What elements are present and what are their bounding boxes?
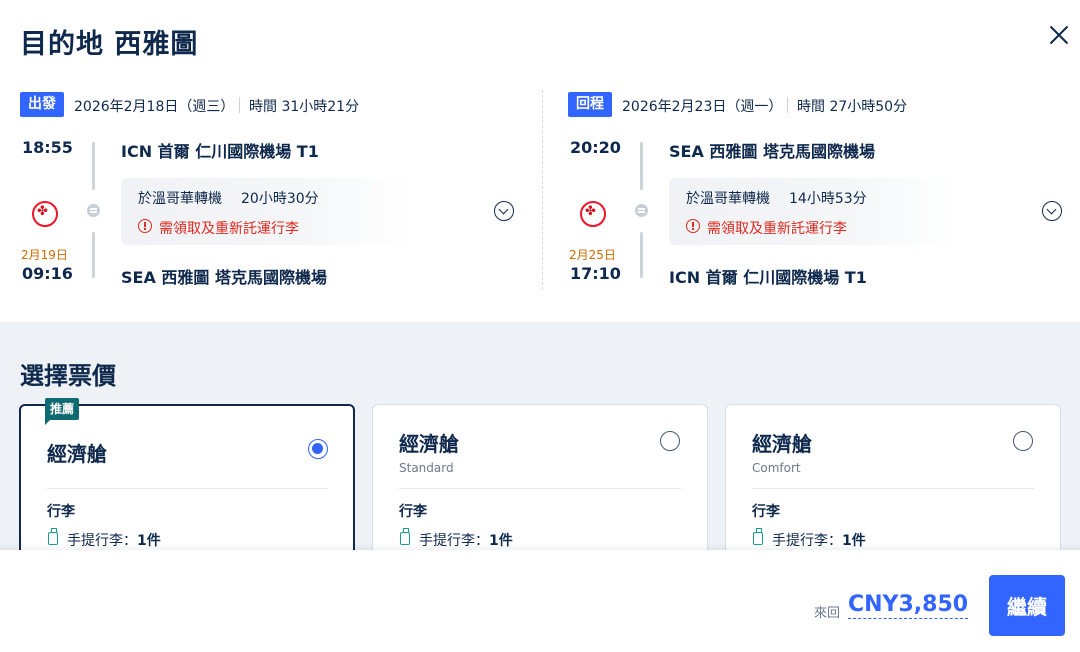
return-transfer-box: 於溫哥華轉機 14小時53分 需領取及重新託運行李 [669,178,959,245]
luggage-label: 行李 [47,504,75,520]
close-icon[interactable] [1046,22,1072,48]
maple-leaf-icon: ✤ [32,201,58,227]
price-label: 來回 [814,606,841,621]
return-date: 2026年2月23日（週一） [622,99,783,115]
maple-leaf-icon: ✤ [580,201,606,227]
modal-header: 目的地 西雅圖 [0,0,1080,82]
outbound-duration: 時間 31小時21分 [249,99,360,115]
fare-subtitle: Comfort [752,461,801,475]
return-badge: 回程 [568,92,612,117]
baggage-warning: 需領取及重新託運行李 [159,221,299,237]
card-divider [399,488,681,489]
fare-card-economy-standard[interactable]: 經濟艙 Standard 行李 手提行李：1件 [372,404,708,550]
return-arrival-time: 17:10 [570,264,621,283]
transfer-city: 於溫哥華轉機 [138,191,222,207]
carry-on-bag-icon [753,528,763,545]
fare-section-title: 選擇票價 [20,362,116,390]
outbound-arrival-airport: SEA 西雅圖 塔克馬國際機場 [121,268,327,287]
luggage-label: 行李 [752,504,780,520]
fare-name: 經濟艙 [399,432,459,456]
return-arrival-airport: ICN 首爾 仁川國際機場 T1 [669,268,867,287]
total-price[interactable]: CNY3,850 [848,592,969,619]
return-arrival-date: 2月25日 [569,248,616,262]
outbound-flight: 出發 2026年2月18日（週三） 時間 31小時21分 18:55 ✤ 2月1… [20,82,530,312]
footer-bar: 來回 CNY3,850 繼續 [0,550,1080,652]
outbound-departure-airport: ICN 首爾 仁川國際機場 T1 [121,142,319,161]
fare-name: 經濟艙 [752,432,812,456]
outbound-transfer-box: 於溫哥華轉機 20小時30分 需領取及重新託運行李 [121,178,411,245]
timeline-line [92,232,95,278]
transfer-duration: 14小時53分 [789,191,867,207]
fare-card-economy[interactable]: 推薦 經濟艙 行李 手提行李：1件 [19,398,355,550]
chevron-down-icon[interactable] [494,201,514,221]
return-flight: 回程 2026年2月23日（週一） 時間 27小時50分 20:20 ✤ 2月2… [568,82,1078,312]
transfer-city: 於溫哥華轉機 [686,191,770,207]
return-separator [787,97,788,113]
card-divider [752,488,1034,489]
flight-divider [542,90,543,290]
timeline-line [92,142,95,190]
outbound-badge: 出發 [20,92,64,117]
fare-card-economy-comfort[interactable]: 經濟艙 Comfort 行李 手提行李：1件 [725,404,1061,550]
baggage-warning: 需領取及重新託運行李 [707,221,847,237]
return-departure-time: 20:20 [570,138,621,157]
return-departure-airport: SEA 西雅圖 塔克馬國際機場 [669,142,875,161]
chevron-down-icon[interactable] [1042,201,1062,221]
fare-radio[interactable] [308,439,328,459]
transfer-duration: 20小時30分 [241,191,319,207]
transfer-stop-icon [635,204,648,217]
card-divider [47,488,327,489]
page-title: 目的地 西雅圖 [20,29,199,60]
outbound-separator [239,97,240,113]
flight-details: 出發 2026年2月18日（週三） 時間 31小時21分 18:55 ✤ 2月1… [0,82,1080,322]
recommended-tag: 推薦 [45,398,80,425]
fare-radio[interactable] [660,431,680,451]
carry-on-allowance: 手提行李：1件 [772,533,866,549]
carry-on-bag-icon [400,528,410,545]
outbound-departure-time: 18:55 [22,138,73,157]
continue-button[interactable]: 繼續 [989,575,1065,636]
outbound-arrival-time: 09:16 [22,264,73,283]
timeline-line [640,142,643,190]
carry-on-allowance: 手提行李：1件 [67,533,161,549]
return-duration: 時間 27小時50分 [797,99,908,115]
exclamation-circle-icon [138,219,152,233]
fare-name: 經濟艙 [47,442,107,466]
fare-radio[interactable] [1013,431,1033,451]
exclamation-circle-icon [686,219,700,233]
luggage-label: 行李 [399,504,427,520]
outbound-date: 2026年2月18日（週三） [74,99,235,115]
timeline-line [640,232,643,278]
carry-on-allowance: 手提行李：1件 [419,533,513,549]
fare-section: 選擇票價 推薦 經濟艙 行李 手提行李：1件 經濟艙 Standard 行李 手… [0,322,1080,550]
outbound-arrival-date: 2月19日 [21,248,68,262]
carry-on-bag-icon [48,528,58,545]
transfer-stop-icon [87,204,100,217]
fare-subtitle: Standard [399,461,454,475]
